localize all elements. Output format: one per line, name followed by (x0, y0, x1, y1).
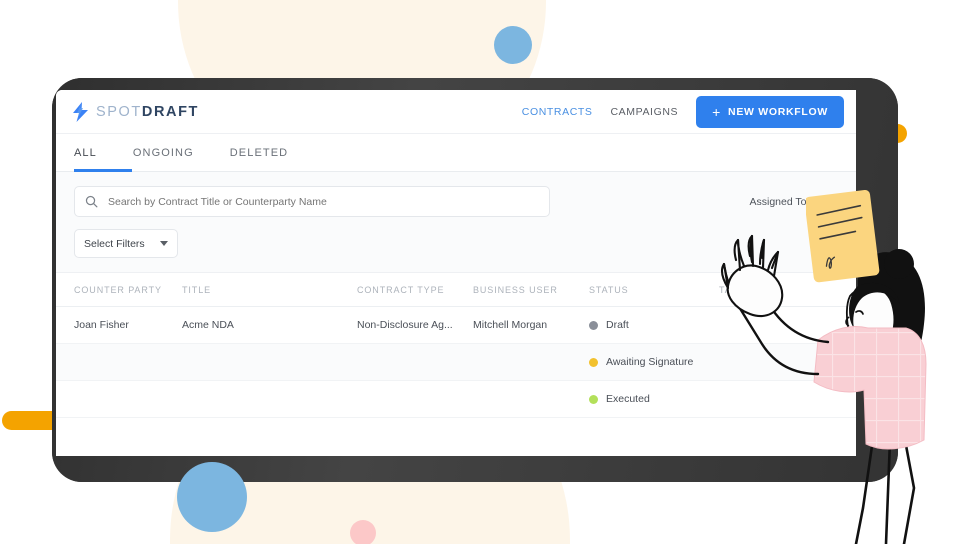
status-dot-icon (589, 357, 598, 367)
status-dot-icon (589, 320, 598, 330)
column-header-tags: TAGS (719, 284, 747, 295)
spotdraft-logo[interactable]: SPOTDRAFT (72, 101, 199, 122)
tab-all[interactable]: ALL (74, 147, 97, 159)
status-dot-icon (589, 394, 598, 404)
tab-bar: ALL ONGOING DELETED (56, 134, 856, 172)
column-header-business-user: BUSINESS USER (473, 284, 558, 295)
cell-business-user: Mitchell Morgan (473, 319, 548, 331)
table-header-row: COUNTER PARTY TITLE CONTRACT TYPE BUSINE… (56, 273, 856, 307)
lightning-bolt-icon (73, 101, 88, 122)
app-screen: SPOTDRAFT CONTRACTS CAMPAIGNS + NEW WORK… (56, 90, 856, 456)
tab-deleted[interactable]: DELETED (230, 147, 288, 159)
table-row[interactable]: Awaiting Signature (56, 344, 856, 381)
select-filters-label: Select Filters (84, 237, 145, 250)
new-workflow-button-label: NEW WORKFLOW (728, 105, 828, 118)
search-row: Assigned To Me (74, 186, 838, 217)
column-header-counter-party: COUNTER PARTY (74, 284, 162, 295)
status-badge: Executed (606, 393, 650, 405)
logo-wordmark: SPOTDRAFT (96, 104, 199, 120)
cell-title: Acme NDA (182, 319, 234, 331)
table-row[interactable]: Executed (56, 381, 856, 418)
logo-text-draft: DRAFT (141, 103, 200, 120)
tab-ongoing[interactable]: ONGOING (133, 147, 194, 159)
contracts-table: COUNTER PARTY TITLE CONTRACT TYPE BUSINE… (56, 273, 856, 418)
cell-status: Draft (589, 319, 719, 331)
status-badge: Draft (606, 319, 629, 331)
screenshot-root: SPOTDRAFT CONTRACTS CAMPAIGNS + NEW WORK… (0, 0, 960, 544)
filter-toolbar: Assigned To Me Select Filters (56, 172, 856, 273)
top-navigation: CONTRACTS CAMPAIGNS + NEW WORKFLOW (522, 95, 844, 128)
new-workflow-button[interactable]: + NEW WORKFLOW (696, 95, 844, 128)
decorative-blue-dot-bottom (177, 462, 247, 532)
plus-icon: + (712, 103, 722, 120)
cell-counter-party: Joan Fisher (74, 319, 129, 331)
app-top-bar: SPOTDRAFT CONTRACTS CAMPAIGNS + NEW WORK… (56, 90, 856, 134)
search-icon (85, 195, 98, 208)
search-input[interactable] (108, 195, 539, 208)
select-filters-dropdown[interactable]: Select Filters (74, 229, 178, 258)
column-header-title: TITLE (182, 284, 212, 295)
table-row[interactable]: Joan Fisher Acme NDA Non-Disclosure Ag..… (56, 307, 856, 344)
cell-contract-type: Non-Disclosure Ag... (357, 319, 453, 331)
search-box[interactable] (74, 186, 550, 217)
logo-text-spot: SPOT (96, 103, 142, 120)
decorative-pink-dot (350, 520, 376, 544)
nav-link-campaigns[interactable]: CAMPAIGNS (611, 106, 679, 118)
assigned-to-me-label[interactable]: Assigned To Me (749, 196, 824, 208)
cell-status: Awaiting Signature (589, 356, 719, 368)
column-header-status: STATUS (589, 284, 629, 295)
chevron-down-icon (160, 241, 168, 246)
nav-link-contracts[interactable]: CONTRACTS (522, 106, 593, 118)
column-header-contract-type: CONTRACT TYPE (357, 284, 445, 295)
decorative-blue-dot-top (494, 26, 532, 64)
cell-status: Executed (589, 393, 719, 405)
status-badge: Awaiting Signature (606, 356, 694, 368)
